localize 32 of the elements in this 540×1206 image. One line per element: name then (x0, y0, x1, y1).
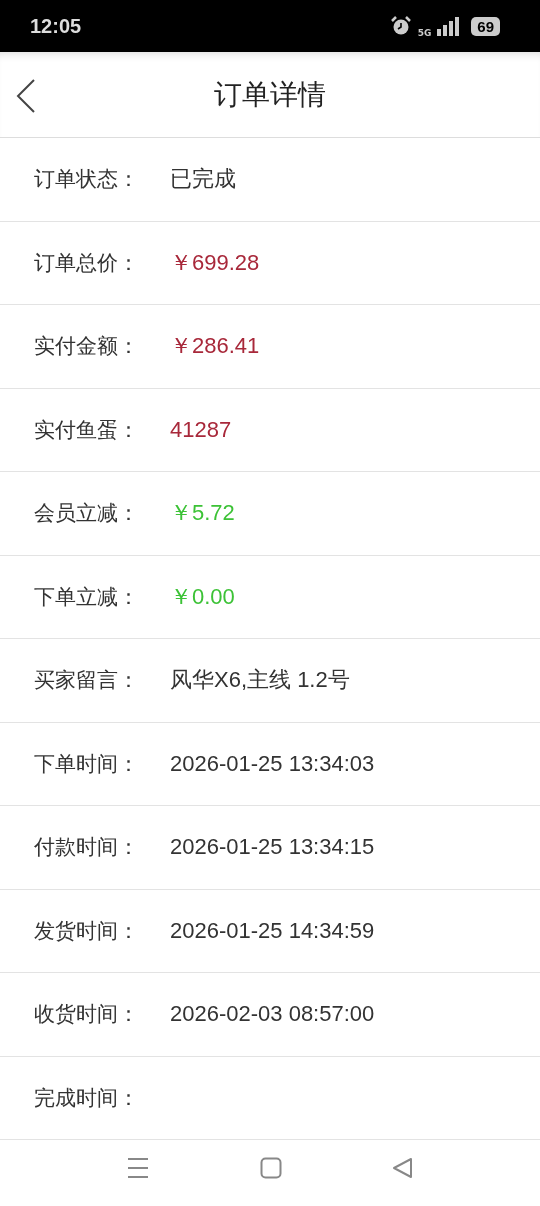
menu-icon[interactable] (126, 1157, 150, 1179)
field-label: 收货时间： (34, 1001, 140, 1029)
field-label: 完成时间： (34, 1084, 140, 1112)
field-label: 订单总价： (34, 249, 140, 277)
field-label: 实付鱼蛋： (34, 416, 140, 444)
signal-icon (437, 16, 460, 36)
field-value: ￥286.41 (170, 332, 260, 361)
home-icon[interactable] (260, 1157, 282, 1179)
field-value: 风华X6,主线 1.2号 (170, 666, 350, 695)
field-label: 买家留言： (34, 667, 140, 695)
field-label: 会员立减： (34, 500, 140, 528)
field-label: 下单时间： (34, 750, 140, 778)
field-label: 发货时间： (34, 917, 140, 945)
field-value: 已完成 (170, 165, 236, 194)
page-title: 订单详情 (214, 76, 326, 113)
field-value: 2026-02-03 08:57:00 (170, 1001, 375, 1028)
field-value: ￥5.72 (170, 499, 235, 528)
field-label: 付款时间： (34, 834, 140, 862)
field-value: ￥0.00 (170, 582, 235, 611)
field-value: 2026-01-25 13:34:03 (170, 750, 375, 777)
back-icon[interactable] (16, 79, 36, 113)
field-value: ￥699.28 (170, 248, 260, 277)
field-label: 订单状态： (34, 166, 140, 194)
field-value: 2026-01-25 14:34:59 (170, 917, 375, 944)
network-label: 5G (417, 28, 432, 38)
field-label: 实付金额： (34, 333, 140, 361)
field-label: 下单立减： (34, 583, 140, 611)
alarm-icon (389, 15, 412, 37)
field-value: 2026-01-25 13:34:15 (170, 834, 375, 861)
battery-indicator: 69 (471, 16, 500, 36)
field-value: 41287 (170, 416, 232, 443)
status-time: 12:05 (30, 14, 82, 38)
